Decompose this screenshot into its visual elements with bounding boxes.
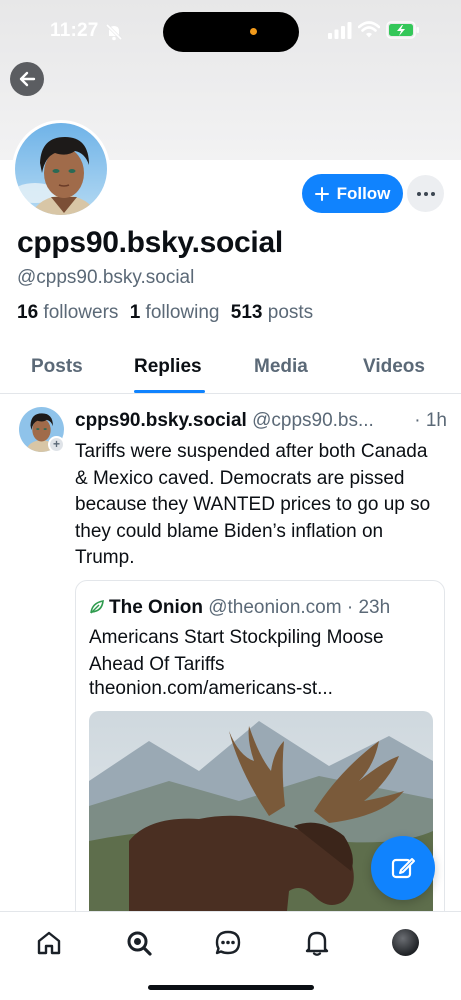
nav-home[interactable] [34, 928, 64, 958]
back-button[interactable] [10, 62, 44, 96]
tab-posts[interactable]: Posts [31, 356, 83, 378]
compose-icon [391, 858, 415, 879]
nav-search[interactable] [124, 928, 154, 958]
quote-timestamp: · 23h [346, 597, 391, 618]
nav-profile-avatar[interactable] [392, 929, 419, 956]
search-icon [127, 931, 152, 956]
follow-plus-badge[interactable]: + [48, 436, 65, 453]
home-icon [37, 931, 61, 955]
followers-label: followers [43, 302, 119, 323]
profile-avatar[interactable] [12, 120, 110, 218]
status-time: 11:27 [50, 20, 99, 41]
post-timestamp: · 1h [410, 410, 447, 432]
home-indicator [148, 985, 314, 990]
profile-tabs: Posts Replies Media Videos [0, 340, 461, 394]
following-link[interactable]: 1 following [130, 302, 220, 323]
quote-title: Americans Start Stockpiling Moose Ahead … [89, 627, 384, 675]
leaf-icon [90, 600, 104, 614]
more-options-button[interactable] [407, 175, 444, 212]
battery-charging-icon [386, 21, 419, 39]
tab-media[interactable]: Media [254, 356, 308, 378]
compose-button[interactable] [371, 836, 435, 900]
post-text: Tariffs were suspended after both Canada… [75, 441, 431, 568]
cellular-signal-icon [328, 22, 352, 39]
moose-photo[interactable] [89, 711, 433, 939]
active-tab-indicator [134, 390, 205, 393]
post-header: cpps90.bsky.social @cpps90.bs... · 1h [75, 410, 447, 432]
following-label: following [145, 302, 220, 323]
tab-replies[interactable]: Replies [134, 356, 202, 378]
post-author-handle: @cpps90.bs... [252, 410, 374, 431]
quote-link[interactable]: theonion.com/americans-st... [89, 678, 333, 700]
tab-videos[interactable]: Videos [363, 356, 425, 378]
dynamic-island [163, 12, 299, 52]
wifi-icon [358, 21, 380, 38]
quote-author-name: The Onion [109, 597, 203, 618]
posts-label: posts [267, 302, 314, 323]
followers-link[interactable]: 16 followers [17, 302, 118, 323]
nav-notifications[interactable] [302, 928, 332, 958]
plus-icon [314, 186, 329, 201]
notifications-bell-icon [305, 931, 329, 956]
profile-handle: @cpps90.bsky.social [17, 267, 195, 288]
chat-icon [215, 930, 241, 955]
profile-stats: 16 followers 1 following 513 posts [17, 302, 313, 324]
quote-header: The Onion @theonion.com · 23h [89, 597, 390, 619]
arrow-left-icon [19, 71, 36, 87]
following-count: 1 [129, 302, 141, 323]
followers-count: 16 [17, 302, 39, 323]
ellipsis-icon [416, 191, 435, 196]
posts-count: 513 [230, 302, 263, 323]
follow-button[interactable]: Follow [302, 174, 403, 213]
follow-label: Follow [336, 183, 391, 203]
nav-chat[interactable] [213, 928, 243, 958]
bell-off-icon [105, 23, 123, 41]
post-author-name[interactable]: cpps90.bsky.social [75, 410, 247, 431]
profile-display-name: cpps90.bsky.social [17, 226, 283, 259]
posts-stat: 513 posts [231, 302, 313, 323]
quote-author-handle: @theonion.com [208, 597, 342, 618]
privacy-indicator-dot [250, 28, 257, 35]
